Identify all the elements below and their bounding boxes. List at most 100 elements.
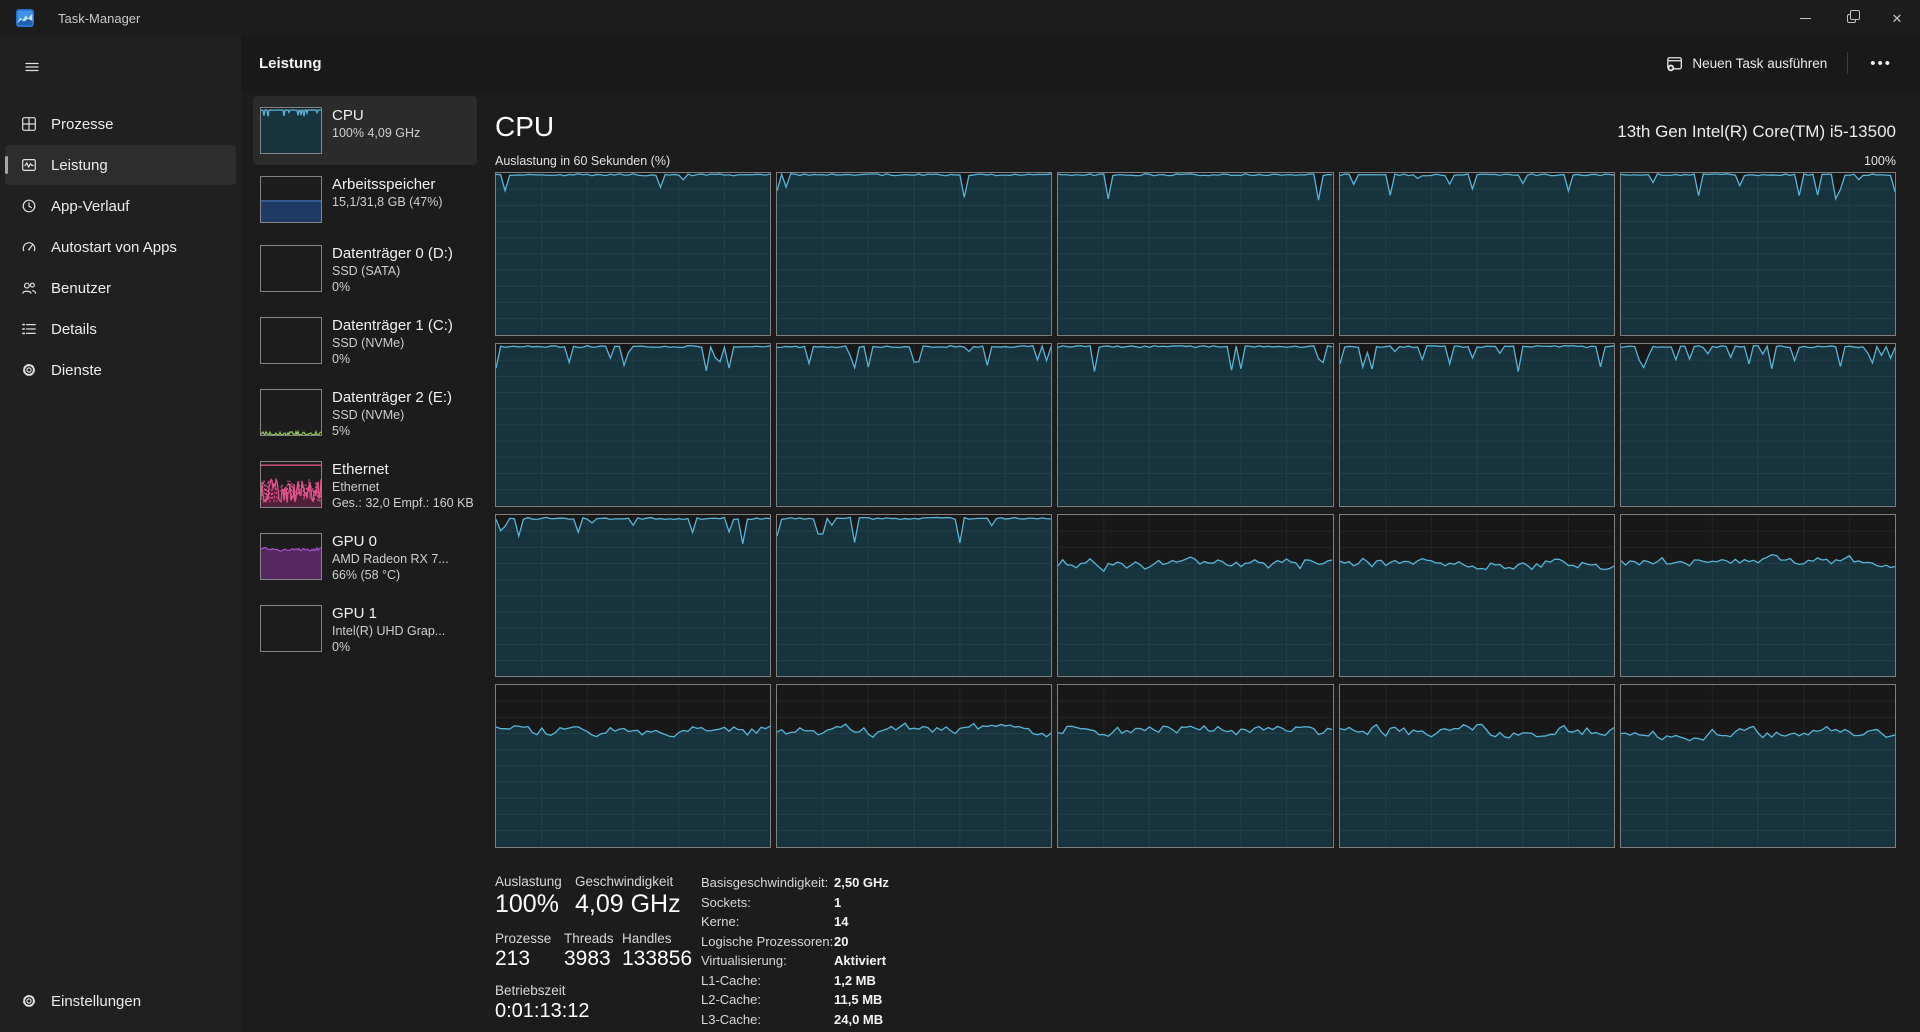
sidebar-item-dienste[interactable]: Dienste	[5, 350, 236, 390]
detail-kerne-value: 14	[834, 914, 849, 929]
stat-threads-value: 3983	[564, 947, 611, 970]
cpu-core-graph-18	[1057, 684, 1334, 848]
perf-item-memory[interactable]: Arbeitsspeicher 15,1/31,8 GB (47%)	[253, 165, 477, 234]
perf-item-detail: SSD (NVMe)	[332, 408, 405, 422]
sidebar-item-prozesse[interactable]: Prozesse	[5, 104, 236, 144]
sidebar-item-label: Autostart von Apps	[51, 238, 177, 256]
perf-item-detail: 0%	[332, 352, 351, 366]
ellipsis-icon: •••	[1870, 54, 1892, 72]
detail-l3-cache-value: 24,0 MB	[834, 1011, 884, 1027]
cpu-core-graph-20	[1619, 684, 1896, 848]
stat-handles-value: 133856	[622, 947, 693, 970]
settings-icon	[23, 995, 35, 1007]
stat-betriebszeit-value: 0:01:13:12	[495, 1000, 590, 1022]
perf-item-thumbnail-graph	[260, 461, 322, 508]
perf-item-detail: Intel(R) UHD Grap...	[332, 624, 446, 638]
window-controls: ✕	[1782, 0, 1920, 36]
perf-item-title: Ethernet	[332, 461, 389, 478]
stat-handles-label: Handles	[622, 931, 672, 946]
sidebar-item-details[interactable]: Details	[5, 309, 236, 349]
stat-betriebszeit-label: Betriebszeit	[495, 983, 566, 998]
sidebar-item-einstellungen[interactable]: Einstellungen	[5, 981, 236, 1021]
app-title: Task-Manager	[58, 10, 141, 26]
perf-item-detail: 100% 4,09 GHz	[332, 126, 421, 140]
perf-item-detail: AMD Radeon RX 7...	[332, 552, 449, 566]
perf-item-detail: 15,1/31,8 GB (47%)	[332, 195, 443, 209]
cpu-core-graph-grid[interactable]	[495, 172, 1896, 848]
cpu-stats: Auslastung 100% Geschwindigkeit 4,09 GHz Pro…	[495, 874, 1896, 1029]
perf-item-detail: 5%	[332, 424, 351, 438]
stat-prozesse: Prozesse 213	[495, 931, 564, 971]
sidebar-item-autostart-von-apps[interactable]: Autostart von Apps	[5, 227, 236, 267]
cpu-core-graph-3	[1057, 172, 1334, 336]
details-icon	[22, 323, 36, 335]
detail-kerne-label: Kerne:	[701, 914, 740, 929]
stat-auslastung-value: 100%	[495, 890, 559, 918]
content-header: Leistung Neuen Task ausführen •••	[241, 36, 1920, 90]
sidebar-item-label: App-Verlauf	[51, 197, 130, 215]
perf-item-thumbnail-graph	[260, 317, 322, 364]
cpu-core-graph-7	[776, 342, 1053, 507]
perf-item-detail: SSD (NVMe)	[332, 336, 405, 350]
performance-icon	[22, 158, 36, 172]
users-icon	[22, 282, 36, 294]
close-button[interactable]: ✕	[1874, 0, 1920, 36]
perf-item-thumbnail-graph	[260, 605, 322, 652]
more-options-button[interactable]: •••	[1858, 49, 1904, 78]
detail-l3-cache-label: L3-Cache:	[701, 1011, 761, 1027]
perf-item-gpu0[interactable]: GPU 0 AMD Radeon RX 7... 66% (58 °C)	[253, 522, 477, 594]
app-history-icon	[22, 199, 36, 213]
graph-axis-label: Auslastung in 60 Sekunden (%)	[495, 154, 671, 168]
processes-icon	[22, 117, 36, 131]
menu-toggle-button[interactable]	[14, 50, 50, 84]
perf-item-gpu1[interactable]: GPU 1 Intel(R) UHD Grap... 0%	[253, 594, 477, 666]
run-new-task-button[interactable]: Neuen Task ausführen	[1656, 48, 1837, 79]
minimize-button[interactable]	[1782, 0, 1828, 36]
perf-item-disk1[interactable]: Datenträger 1 (C:) SSD (NVMe) 0%	[253, 306, 477, 378]
perf-item-thumbnail-graph	[260, 176, 322, 223]
sidebar-item-leistung[interactable]: Leistung	[5, 145, 236, 185]
cpu-core-graph-1	[495, 172, 772, 336]
detail-virtualisierung-value: Aktiviert	[834, 953, 887, 968]
restore-button[interactable]	[1828, 0, 1874, 36]
content-area: Leistung Neuen Task ausführen ••• CPU 10…	[241, 36, 1920, 1032]
header-actions: Neuen Task ausführen •••	[1656, 48, 1904, 79]
new-task-icon	[1667, 56, 1683, 71]
perf-item-title: CPU	[332, 107, 364, 124]
stat-prozesse-label: Prozesse	[495, 931, 552, 946]
startup-icon	[22, 242, 36, 252]
perf-item-title: Datenträger 2 (E:)	[332, 389, 453, 406]
perf-item-disk0[interactable]: Datenträger 0 (D:) SSD (SATA) 0%	[253, 234, 477, 306]
detail-basisgeschwindigkeit-value: 2,50 GHz	[834, 875, 889, 890]
perf-item-cpu[interactable]: CPU 100% 4,09 GHz	[253, 96, 477, 165]
stat-geschwindigkeit: Geschwindigkeit 4,09 GHz	[575, 874, 681, 919]
sidebar-item-label: Leistung	[51, 156, 108, 174]
cpu-core-graph-2	[776, 172, 1053, 336]
perf-item-title: Datenträger 1 (C:)	[332, 317, 453, 334]
perf-item-detail: Ethernet	[332, 480, 380, 494]
stat-auslastung-label: Auslastung	[495, 874, 562, 889]
task-manager-logo-icon	[16, 9, 34, 27]
stat-betriebszeit: Betriebszeit 0:01:13:12	[495, 983, 681, 1023]
sidebar-item-label: Details	[51, 320, 97, 338]
performance-page: CPU 100% 4,09 GHz Arbeitsspeicher 15,1/31,8…	[241, 90, 1920, 1032]
performance-list: CPU 100% 4,09 GHz Arbeitsspeicher 15,1/31,8…	[253, 96, 477, 1032]
sidebar-item-benutzer[interactable]: Benutzer	[5, 268, 236, 308]
cpu-core-graph-10	[1619, 342, 1896, 507]
stat-geschwindigkeit-value: 4,09 GHz	[575, 890, 681, 918]
stat-threads: Threads 3983	[564, 931, 622, 971]
perf-item-ethernet[interactable]: Ethernet Ethernet Ges.: 32,0 Empf.: 160 KB	[253, 450, 477, 522]
perf-item-title: Datenträger 0 (D:)	[332, 245, 453, 262]
detail-logische-prozessoren-value: 20	[834, 933, 849, 949]
cpu-core-graph-6	[495, 342, 772, 507]
sidebar-item-app-verlauf[interactable]: App-Verlauf	[5, 186, 236, 226]
detail-l2-cache-label: L2-Cache:	[701, 992, 761, 1007]
graph-max-label: 100%	[1864, 154, 1896, 168]
perf-item-title: GPU 0	[332, 533, 378, 550]
perf-item-detail: 66% (58 °C)	[332, 568, 401, 582]
close-icon: ✕	[1891, 10, 1903, 26]
perf-item-detail: 0%	[332, 280, 351, 294]
perf-item-disk2[interactable]: Datenträger 2 (E:) SSD (NVMe) 5%	[253, 378, 477, 450]
detail-sockets-value: 1	[834, 894, 842, 910]
perf-item-detail: 0%	[332, 640, 351, 654]
